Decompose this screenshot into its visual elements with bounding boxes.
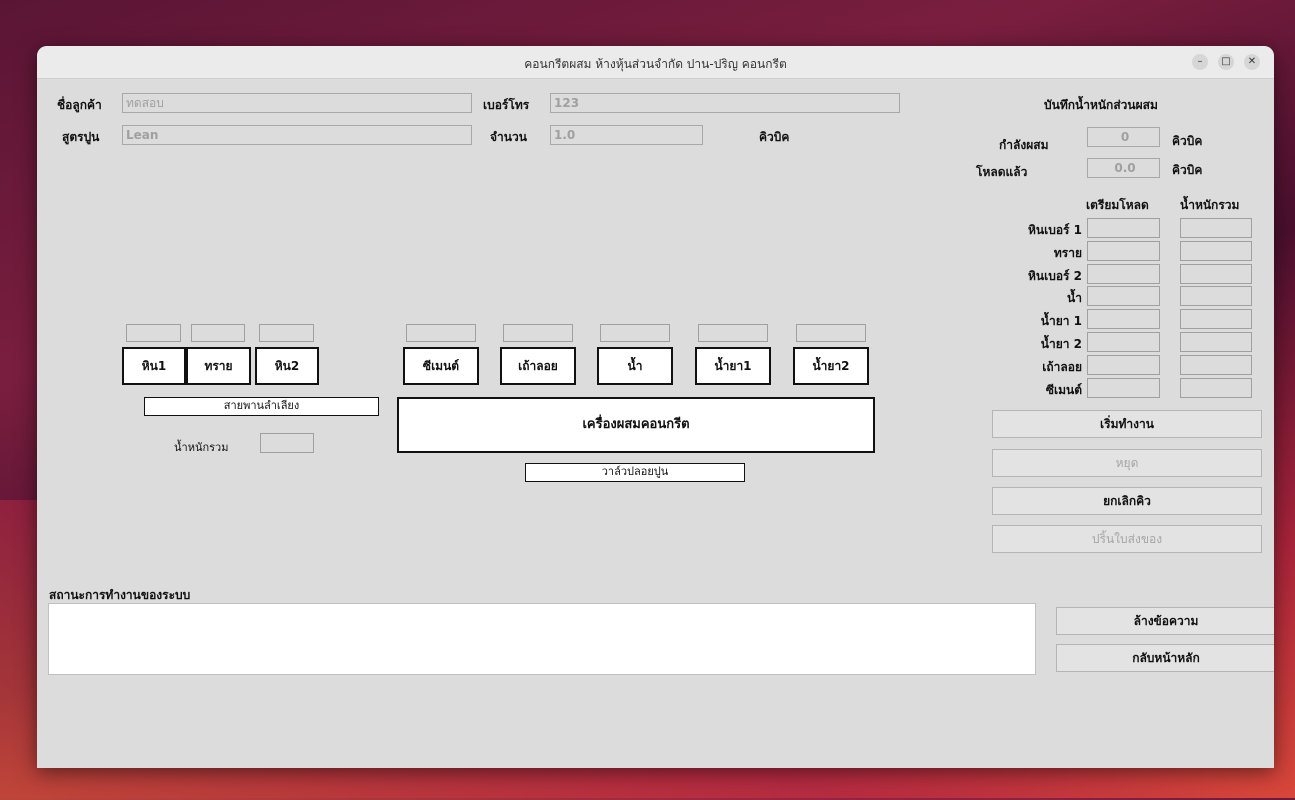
record-prepare-input[interactable]	[1087, 286, 1160, 306]
record-prepare-input[interactable]	[1087, 332, 1160, 352]
title-bar: คอนกรีตผสม ห้างหุ้นส่วนจำกัด ปาน-ปริญ คอ…	[37, 46, 1274, 79]
amount-label: จำนวน	[490, 130, 527, 144]
print-delivery-button[interactable]: ปริ้นใบส่งของ	[992, 525, 1262, 553]
record-total-input[interactable]	[1180, 241, 1252, 261]
start-button[interactable]: เริ่มทำงาน	[992, 410, 1262, 438]
col-prepare-header: เตรียมโหลด	[1086, 198, 1149, 212]
loaded-label: โหลดแล้ว	[976, 165, 1028, 179]
customer-label: ชื่อลูกค้า	[57, 98, 102, 112]
record-title: บันทึกน้ำหนักส่วนผสม	[1044, 98, 1158, 112]
record-total-input[interactable]	[1180, 355, 1252, 375]
aggregate-weight-3[interactable]	[259, 324, 314, 342]
bin-stone-2: หิน2	[255, 347, 319, 385]
record-prepare-input[interactable]	[1087, 264, 1160, 284]
conveyor: สายพานลำเลียง	[144, 397, 379, 416]
aggregate-weight-2[interactable]	[191, 324, 245, 342]
minimize-button[interactable]: –	[1192, 54, 1208, 70]
record-prepare-input[interactable]	[1087, 355, 1160, 375]
record-total-input[interactable]	[1180, 218, 1252, 238]
record-total-input[interactable]	[1180, 332, 1252, 352]
bin-water: น้ำ	[597, 347, 673, 385]
total-weight-input[interactable]	[260, 433, 314, 453]
mixer-weight-5[interactable]	[796, 324, 866, 342]
back-home-button[interactable]: กลับหน้าหลัก	[1056, 644, 1274, 672]
cancel-queue-button[interactable]: ยกเลิกคิว	[992, 487, 1262, 515]
clear-message-button[interactable]: ล้างข้อความ	[1056, 607, 1274, 635]
aggregate-weight-1[interactable]	[126, 324, 181, 342]
stop-button[interactable]: หยุด	[992, 449, 1262, 477]
maximize-button[interactable]: □	[1218, 54, 1234, 70]
record-row-label: หินเบอร์ 1	[1027, 223, 1082, 237]
recipe-input[interactable]: Lean	[122, 125, 472, 145]
amount-input[interactable]: 1.0	[550, 125, 703, 145]
record-prepare-input[interactable]	[1087, 309, 1160, 329]
close-button[interactable]: ✕	[1244, 54, 1260, 70]
phone-label: เบอร์โทร	[483, 98, 530, 112]
mixer-weight-1[interactable]	[406, 324, 476, 342]
mixing-label: กำลังผสม	[999, 138, 1049, 152]
loaded-unit: คิวบิค	[1172, 163, 1203, 177]
bin-stone-1: หิน1	[122, 347, 186, 385]
bin-cement: ซีเมนต์	[403, 347, 479, 385]
record-prepare-input[interactable]	[1087, 218, 1160, 238]
bin-sand: ทราย	[186, 347, 251, 385]
status-textbox[interactable]	[48, 603, 1036, 675]
record-total-input[interactable]	[1180, 286, 1252, 306]
app-window: คอนกรีตผสม ห้างหุ้นส่วนจำกัด ปาน-ปริญ คอ…	[37, 46, 1274, 768]
record-prepare-input[interactable]	[1087, 241, 1160, 261]
bin-flyash: เถ้าลอย	[500, 347, 576, 385]
mixer-weight-2[interactable]	[503, 324, 573, 342]
record-row-label: น้ำยา 1	[1040, 314, 1082, 328]
phone-input[interactable]: 123	[550, 93, 900, 113]
mixing-value[interactable]: 0	[1087, 127, 1160, 147]
record-row-label: ซีเมนต์	[1045, 383, 1082, 397]
concrete-mixer: เครื่องผสมคอนกรีต	[397, 397, 875, 453]
loaded-value[interactable]: 0.0	[1087, 158, 1160, 178]
record-prepare-input[interactable]	[1087, 378, 1160, 398]
recipe-label: สูตรปูน	[62, 130, 100, 144]
record-total-input[interactable]	[1180, 378, 1252, 398]
release-valve: วาล์วปลอยปูน	[525, 463, 745, 482]
col-total-header: น้ำหนักรวม	[1180, 198, 1240, 212]
bin-admix-1: น้ำยา1	[695, 347, 771, 385]
total-weight-label: น้ำหนักรวม	[174, 441, 229, 454]
bin-admix-2: น้ำยา2	[793, 347, 869, 385]
mixer-weight-4[interactable]	[698, 324, 768, 342]
amount-unit: คิวบิค	[759, 130, 790, 144]
customer-input[interactable]: ทดสอบ	[122, 93, 472, 113]
record-row-label: น้ำ	[1067, 291, 1082, 305]
window-title: คอนกรีตผสม ห้างหุ้นส่วนจำกัด ปาน-ปริญ คอ…	[524, 57, 787, 71]
mixing-unit: คิวบิค	[1172, 134, 1203, 148]
record-total-input[interactable]	[1180, 264, 1252, 284]
record-row-label: เถ้าลอย	[1042, 360, 1082, 374]
record-row-label: ทราย	[1053, 246, 1082, 260]
record-row-label: น้ำยา 2	[1040, 337, 1082, 351]
record-row-label: หินเบอร์ 2	[1027, 269, 1082, 283]
record-total-input[interactable]	[1180, 309, 1252, 329]
mixer-weight-3[interactable]	[600, 324, 670, 342]
